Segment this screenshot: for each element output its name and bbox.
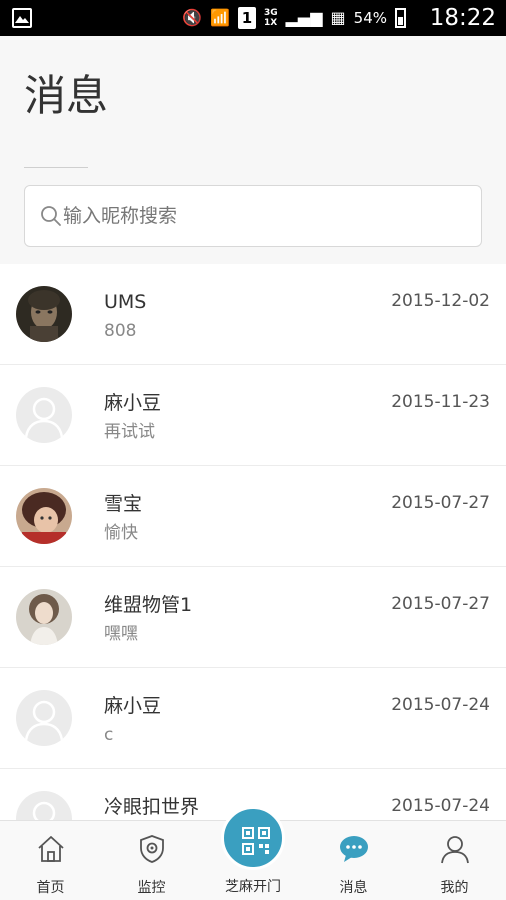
image-notification-icon [12, 8, 32, 28]
avatar [16, 286, 72, 342]
avatar-photo [16, 488, 72, 544]
avatar-photo [16, 589, 72, 645]
message-preview: 嘿嘿 [104, 624, 138, 644]
title-divider [24, 167, 88, 168]
home-icon [37, 836, 64, 862]
battery-percent: 54% [353, 9, 387, 27]
tab-mine[interactable]: 我的 [404, 821, 505, 900]
tab-label: 我的 [440, 880, 469, 896]
clock: 18:22 [429, 5, 496, 31]
search-input[interactable] [63, 196, 463, 236]
open-door-label: 芝麻开门 [225, 879, 281, 895]
message-preview: 再试试 [104, 422, 155, 442]
message-preview: 愉快 [104, 523, 138, 543]
message-date: 2015-07-24 [391, 796, 490, 816]
tab-home[interactable]: 首页 [0, 821, 101, 900]
message-name: 维盟物管1 [104, 594, 193, 616]
message-preview: 808 [104, 321, 137, 341]
default-user-icon [32, 801, 56, 820]
message-preview: c [104, 725, 114, 745]
search-box[interactable] [24, 185, 482, 247]
message-date: 2015-07-27 [391, 594, 490, 614]
avatar [16, 690, 72, 746]
avatar [16, 791, 72, 820]
open-door-button[interactable] [221, 806, 285, 870]
avatar [16, 387, 72, 443]
tab-label: 监控 [137, 880, 166, 896]
tab-label: 首页 [36, 880, 65, 896]
user-icon [440, 836, 469, 864]
message-item[interactable]: 麻小豆 c 2015-07-24 [0, 668, 506, 769]
chat-bubble-icon [339, 836, 368, 862]
message-item[interactable]: 维盟物管1 嘿嘿 2015-07-27 [0, 567, 506, 668]
tab-messages[interactable]: 消息 [303, 821, 404, 900]
sim-card-icon: ▦ [330, 8, 346, 27]
message-item[interactable]: 雪宝 愉快 2015-07-27 [0, 466, 506, 567]
message-name: 冷眼扣世界 [104, 796, 200, 818]
status-bar: 🔇 📶 1 3G 1X ▂▄▆ ▦ 54% 18:22 [0, 0, 506, 36]
header: 消息 [0, 36, 506, 264]
tab-label: 消息 [339, 880, 368, 896]
message-date: 2015-11-23 [391, 392, 490, 412]
message-name: 麻小豆 [104, 695, 162, 717]
message-date: 2015-07-24 [391, 695, 490, 715]
mute-icon: 🔇 [182, 8, 203, 27]
battery-icon [395, 8, 406, 28]
qrcode-icon [242, 827, 270, 855]
shield-icon [139, 835, 164, 863]
network-type: 3G 1X [264, 8, 278, 28]
default-user-icon [24, 700, 64, 741]
avatar [16, 589, 72, 645]
wifi-icon: 📶 [210, 8, 230, 27]
message-list: UMS 808 2015-12-02 麻小豆 再试试 2015-11-23 雪宝 [0, 264, 506, 820]
message-item[interactable]: UMS 808 2015-12-02 [0, 264, 506, 365]
network-type-top: 3G [263, 8, 278, 18]
page-title: 消息 [24, 71, 109, 120]
message-name: UMS [104, 291, 147, 313]
network-type-bottom: 1X [263, 18, 278, 28]
avatar-photo [16, 286, 72, 342]
status-icons: 🔇 📶 1 3G 1X ▂▄▆ ▦ 54% [182, 6, 406, 30]
sim-indicator: 1 [237, 7, 256, 29]
message-item[interactable]: 麻小豆 再试试 2015-11-23 [0, 365, 506, 466]
message-date: 2015-07-27 [391, 493, 490, 513]
tab-monitor[interactable]: 监控 [101, 821, 202, 900]
search-icon [41, 206, 61, 226]
message-name: 雪宝 [104, 493, 143, 515]
signal-icon: ▂▄▆ [285, 8, 323, 27]
message-name: 麻小豆 [104, 392, 162, 414]
avatar [16, 488, 72, 544]
default-user-icon [24, 397, 64, 438]
message-date: 2015-12-02 [391, 291, 490, 311]
